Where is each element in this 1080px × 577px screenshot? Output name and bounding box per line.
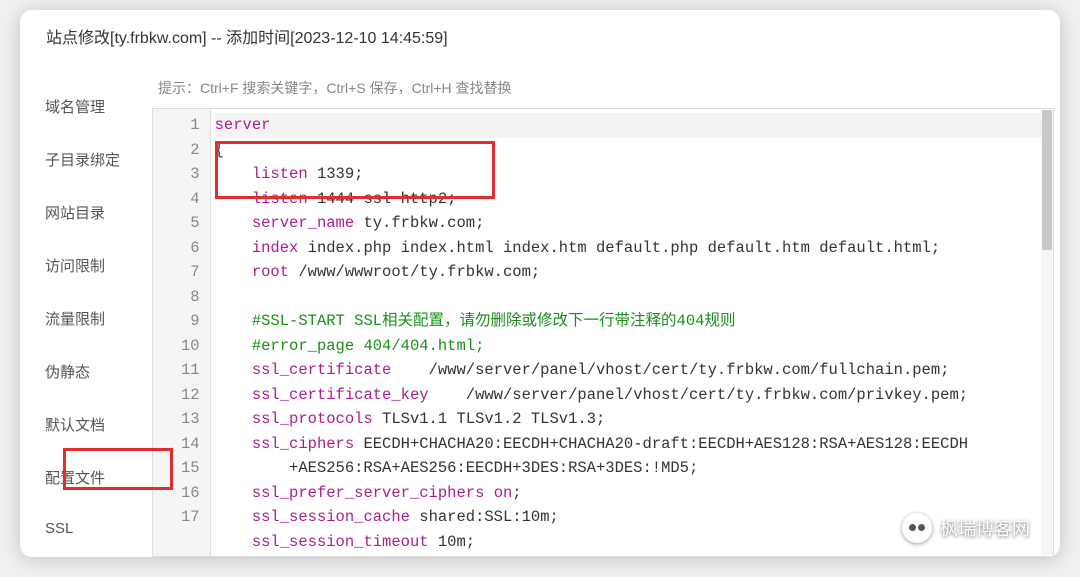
code-line[interactable]: { (215, 138, 1053, 163)
code-line[interactable]: root /www/wwwroot/ty.frbkw.com; (215, 260, 1053, 285)
code-area[interactable]: server{ listen 1339; listen 1444 ssl htt… (211, 109, 1053, 556)
code-editor[interactable]: 1234567891011121314151617 server{ listen… (152, 108, 1054, 557)
code-line[interactable]: listen 1444 ssl http2; (215, 187, 1053, 212)
code-line[interactable]: ssl_protocols TLSv1.1 TLSv1.2 TLSv1.3; (215, 407, 1053, 432)
editor-hint: 提示：Ctrl+F 搜索关键字，Ctrl+S 保存，Ctrl+H 查找替换 (152, 78, 1060, 98)
code-line[interactable]: #SSL-START SSL相关配置，请勿删除或修改下一行带注释的404规则 (215, 309, 1053, 334)
code-line[interactable]: ssl_session_cache shared:SSL:10m; (215, 505, 1053, 530)
code-line[interactable]: ssl_certificate_key /www/server/panel/vh… (215, 383, 1053, 408)
sidebar-item-domain[interactable]: 域名管理 (20, 80, 142, 133)
sidebar-item-subdir[interactable]: 子目录绑定 (20, 133, 142, 186)
scrollbar-thumb[interactable] (1042, 110, 1052, 250)
code-line[interactable]: ssl_certificate /www/server/panel/vhost/… (215, 358, 1053, 383)
code-line[interactable]: server_name ty.frbkw.com; (215, 211, 1053, 236)
sidebar-item-webroot[interactable]: 网站目录 (20, 186, 142, 239)
sidebar-item-config[interactable]: 配置文件 (20, 451, 142, 504)
code-line[interactable]: ssl_session_timeout 10m; (215, 530, 1053, 555)
sidebar-item-rewrite[interactable]: 伪静态 (20, 345, 142, 398)
code-line[interactable]: server (215, 113, 1053, 138)
code-line[interactable]: ssl_ciphers EECDH+CHACHA20:EECDH+CHACHA2… (215, 432, 1053, 457)
main-panel: 提示：Ctrl+F 搜索关键字，Ctrl+S 保存，Ctrl+H 查找替换 12… (142, 60, 1060, 557)
code-line[interactable]: +AES256:RSA+AES256:EECDH+3DES:RSA+3DES:!… (215, 456, 1053, 481)
code-line[interactable] (215, 285, 1053, 310)
vertical-scrollbar[interactable] (1041, 110, 1053, 555)
code-line[interactable]: ssl_prefer_server_ciphers on; (215, 481, 1053, 506)
sidebar-item-default-doc[interactable]: 默认文档 (20, 398, 142, 451)
modal-content: 域名管理 子目录绑定 网站目录 访问限制 流量限制 伪静态 默认文档 配置文件 … (20, 60, 1060, 557)
code-line[interactable]: listen 1339; (215, 162, 1053, 187)
sidebar-item-access[interactable]: 访问限制 (20, 239, 142, 292)
code-line[interactable]: index index.php index.html index.htm def… (215, 236, 1053, 261)
line-gutter: 1234567891011121314151617 (153, 109, 211, 556)
sidebar-item-ssl[interactable]: SSL (20, 504, 142, 553)
sidebar-item-traffic[interactable]: 流量限制 (20, 292, 142, 345)
sidebar: 域名管理 子目录绑定 网站目录 访问限制 流量限制 伪静态 默认文档 配置文件 … (20, 60, 142, 557)
site-edit-modal: 站点修改[ty.frbkw.com] -- 添加时间[2023-12-10 14… (20, 10, 1060, 557)
code-line[interactable]: #error_page 404/404.html; (215, 334, 1053, 359)
modal-title: 站点修改[ty.frbkw.com] -- 添加时间[2023-12-10 14… (20, 10, 1060, 60)
